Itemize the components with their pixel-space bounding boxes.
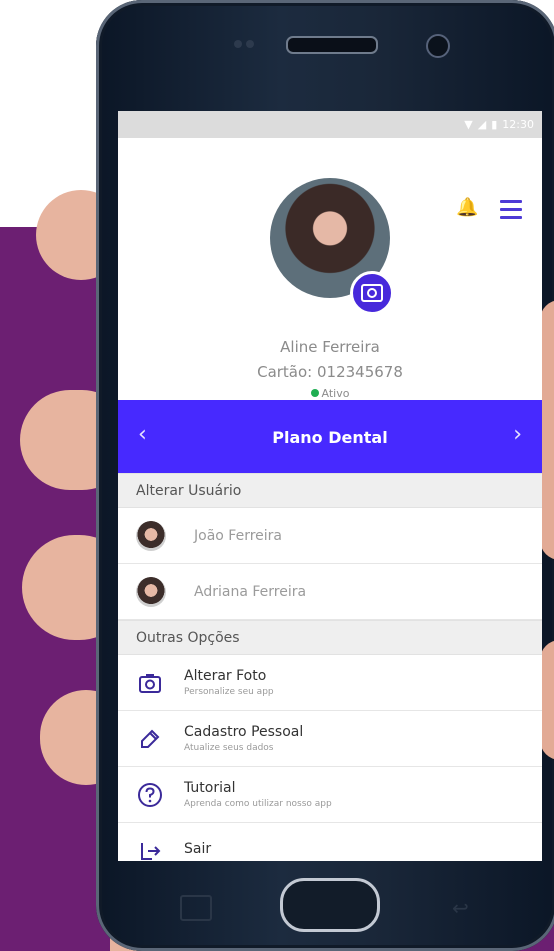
app-screen: ▼ ◢ ▮ 12:30 🔔 Aline Ferreira Cartão: 012… (118, 111, 542, 861)
status-text: Ativo (321, 387, 350, 400)
status-time: 12:30 (502, 118, 534, 131)
profile-header: 🔔 Aline Ferreira Cartão: 012345678 Ativo (118, 138, 542, 400)
back-icon[interactable]: ↩ (452, 896, 469, 920)
avatar (136, 576, 166, 607)
home-button[interactable] (280, 878, 380, 932)
wifi-icon: ▼ (464, 118, 473, 131)
plan-title: Plano Dental (272, 428, 388, 447)
change-photo-button[interactable] (350, 271, 394, 315)
section-header-options: Outras Opções (118, 620, 542, 655)
user-label: João Ferreira (194, 527, 282, 544)
camera-icon (136, 669, 164, 697)
option-title: Tutorial (184, 780, 236, 796)
hand-finger (540, 300, 554, 560)
signal-icon: ◢ (477, 118, 487, 131)
option-subtitle: Aprenda como utilizar nosso app (184, 799, 332, 809)
status-badge: Ativo (118, 387, 542, 400)
status-dot-icon (310, 389, 319, 397)
help-icon (136, 781, 164, 809)
speaker (286, 36, 378, 54)
user-label: Adriana Ferreira (194, 583, 307, 600)
battery-icon: ▮ (491, 118, 498, 131)
option-subtitle: Personalize seu app (184, 687, 274, 697)
bell-icon[interactable]: 🔔 (456, 198, 478, 218)
option-logout[interactable]: Sair (118, 823, 542, 861)
sensor-dot (246, 40, 254, 48)
menu-icon[interactable] (500, 200, 522, 219)
chevron-right-icon[interactable]: › (513, 422, 522, 447)
option-subtitle: Atualize seus dados (184, 743, 274, 753)
front-camera (426, 34, 450, 58)
avatar (136, 520, 166, 551)
option-title: Sair (184, 841, 212, 857)
hand-finger (540, 640, 554, 760)
plan-selector: ‹ Plano Dental › (118, 400, 542, 473)
option-title: Alterar Foto (184, 668, 267, 684)
card-number: Cartão: 012345678 (257, 363, 403, 381)
sensor-dot (234, 40, 242, 48)
option-tutorial[interactable]: Tutorial Aprenda como utilizar nosso app (118, 767, 542, 823)
recent-apps-button[interactable] (180, 895, 212, 921)
option-personal-info[interactable]: Cadastro Pessoal Atualize seus dados (118, 711, 542, 767)
section-header-users: Alterar Usuário (118, 473, 542, 508)
list-item-user[interactable]: João Ferreira (118, 508, 542, 564)
status-bar: ▼ ◢ ▮ 12:30 (118, 111, 542, 138)
user-name: Aline Ferreira (280, 338, 380, 356)
camera-icon (361, 284, 383, 302)
edit-icon (136, 725, 164, 753)
option-change-photo[interactable]: Alterar Foto Personalize seu app (118, 655, 542, 711)
list-item-user[interactable]: Adriana Ferreira (118, 564, 542, 620)
option-title: Cadastro Pessoal (184, 724, 304, 740)
logout-icon (136, 837, 164, 862)
